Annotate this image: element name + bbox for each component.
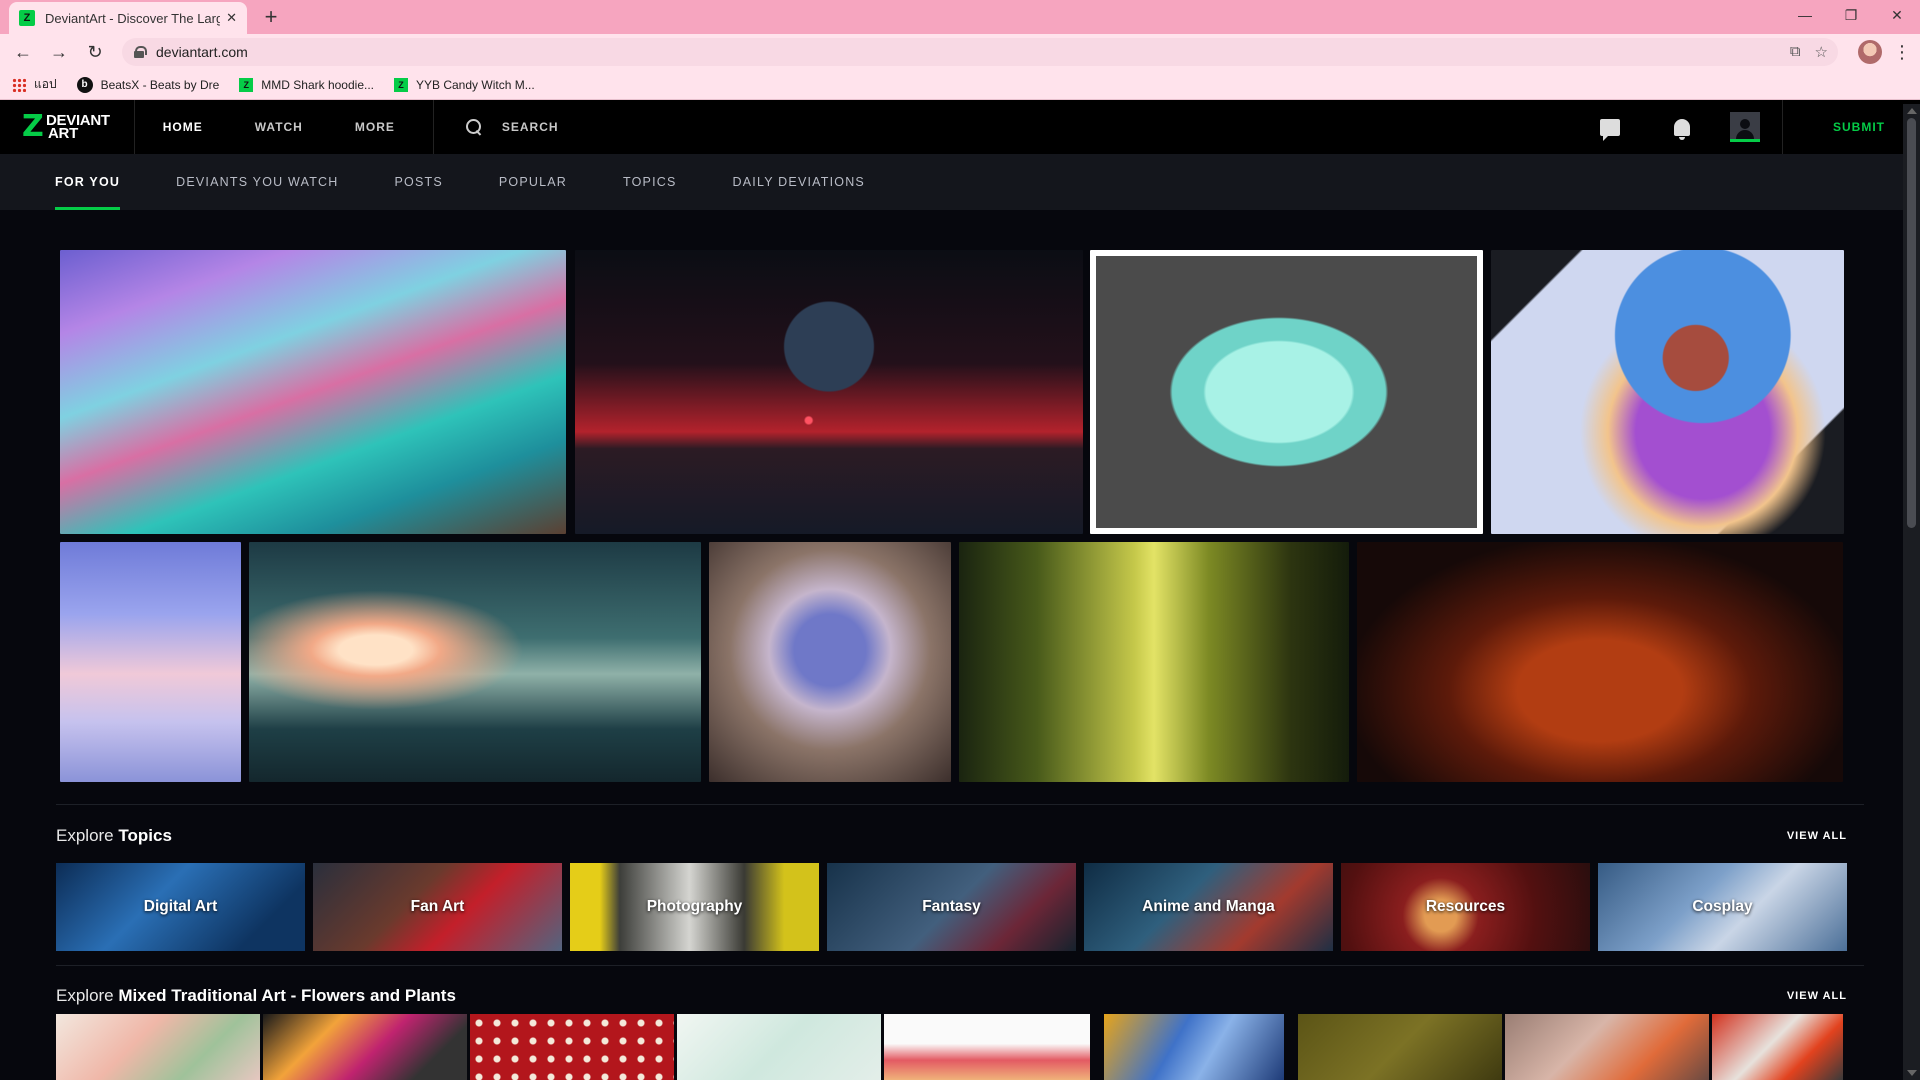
address-bar[interactable]: deviantart.com ⧉ ☆ [122, 38, 1838, 66]
search-box[interactable]: SEARCH [432, 100, 559, 154]
artwork-thumbnail[interactable] [1104, 1014, 1284, 1080]
topic-card-cosplay[interactable]: Cosplay [1598, 863, 1847, 951]
site-header: Z DEVIANT ART HOME WATCH MORE SEARCH SUB… [0, 100, 1920, 154]
search-icon [465, 119, 482, 135]
artwork-thumbnail[interactable] [1090, 250, 1483, 534]
back-arrow-icon[interactable]: ← [8, 37, 38, 67]
translate-icon[interactable]: ⧉ [1790, 43, 1801, 61]
new-tab-icon[interactable]: + [258, 4, 284, 30]
scroll-down-icon[interactable] [1907, 1070, 1917, 1076]
topic-card-photography[interactable]: Photography [570, 863, 819, 951]
bookmark-label: แอป [34, 77, 57, 91]
topic-card-digital-art[interactable]: Digital Art [56, 863, 305, 951]
nav-more[interactable]: MORE [329, 100, 421, 154]
deviantart-favicon-icon: Z [19, 10, 35, 26]
bookmark-label: BeatsX - Beats by Dre [100, 77, 220, 92]
logo-wordmark: DEVIANT ART [46, 113, 110, 141]
artwork-thumbnail[interactable] [249, 542, 701, 782]
artwork-thumbnail[interactable] [60, 250, 566, 534]
close-icon[interactable]: ✕ [226, 10, 237, 26]
scroll-thumb[interactable] [1907, 118, 1916, 528]
artwork-thumbnail[interactable] [263, 1014, 467, 1080]
bookmark-beatsx[interactable]: b BeatsX - Beats by Dre [76, 76, 220, 93]
more-vert-icon[interactable]: ⋮ [1892, 42, 1912, 63]
beats-logo-icon: b [76, 76, 93, 93]
heading-highlight: Mixed Traditional Art - Flowers and Plan… [118, 986, 456, 1005]
tab-popular[interactable]: POPULAR [499, 154, 567, 210]
artwork-thumbnail[interactable] [1712, 1014, 1843, 1080]
user-avatar-icon[interactable] [1730, 112, 1760, 142]
explore-topics-heading: Explore Topics [56, 826, 172, 846]
nav-home[interactable]: HOME [135, 100, 229, 154]
profile-avatar[interactable] [1858, 40, 1882, 64]
tab-daily-deviations[interactable]: DAILY DEVIATIONS [733, 154, 865, 210]
topic-card-resources[interactable]: Resources [1341, 863, 1590, 951]
artwork-thumbnail[interactable] [677, 1014, 881, 1080]
deviantart-favicon-icon: Z [394, 77, 408, 92]
tab-title: DeviantArt - Discover The Larges [45, 10, 221, 26]
search-label: SEARCH [501, 120, 559, 134]
browser-tab-strip: Z DeviantArt - Discover The Larges ✕ + —… [0, 0, 1920, 34]
bookmark-yyb-candy[interactable]: Z YYB Candy Witch M... [394, 77, 535, 92]
apps-grid-icon [12, 77, 26, 92]
tab-posts[interactable]: POSTS [394, 154, 442, 210]
url-text[interactable]: deviantart.com [156, 44, 248, 60]
window-controls: — ❐ ✕ [1782, 0, 1920, 30]
topic-card-fan-art[interactable]: Fan Art [313, 863, 562, 951]
artwork-thumbnail[interactable] [959, 542, 1349, 782]
artwork-thumbnail[interactable] [470, 1014, 674, 1080]
explore-category-heading: Explore Mixed Traditional Art - Flowers … [56, 986, 456, 1006]
minimize-icon[interactable]: — [1782, 0, 1828, 30]
bookmark-mmd-shark[interactable]: Z MMD Shark hoodie... [239, 77, 374, 92]
heading-highlight: Topics [118, 826, 172, 845]
lock-icon[interactable] [134, 46, 147, 58]
artwork-thumbnail[interactable] [1505, 1014, 1709, 1080]
deviantart-favicon-icon: Z [239, 77, 254, 92]
bell-icon[interactable] [1674, 118, 1690, 140]
artwork-thumbnail[interactable] [1357, 542, 1843, 782]
artwork-thumbnail[interactable] [709, 542, 951, 782]
bookmark-label: MMD Shark hoodie... [261, 77, 374, 92]
submit-button[interactable]: SUBMIT [1782, 100, 1920, 154]
sub-navigation: FOR YOU DEVIANTS YOU WATCH POSTS POPULAR… [0, 154, 1920, 210]
artwork-thumbnail[interactable] [56, 1014, 260, 1080]
artwork-thumbnail[interactable] [575, 250, 1083, 534]
topic-card-anime-and-manga[interactable]: Anime and Manga [1084, 863, 1333, 951]
nav-watch[interactable]: WATCH [229, 100, 329, 154]
section-divider [56, 804, 1864, 805]
forward-arrow-icon[interactable]: → [44, 37, 74, 67]
page-scrollbar[interactable] [1903, 104, 1920, 1080]
tab-topics[interactable]: TOPICS [623, 154, 677, 210]
artwork-thumbnail[interactable] [884, 1014, 1090, 1080]
artwork-thumbnail[interactable] [60, 542, 241, 782]
view-all-topics-link[interactable]: VIEW ALL [1787, 830, 1847, 842]
tab-for-you[interactable]: FOR YOU [55, 154, 121, 210]
bookmark-label: YYB Candy Witch M... [416, 77, 535, 92]
bookmark-star-icon[interactable]: ☆ [1815, 43, 1828, 61]
topic-card-fantasy[interactable]: Fantasy [827, 863, 1076, 951]
deviantart-logo-icon: Z [22, 109, 44, 144]
heading-prefix: Explore [56, 986, 114, 1005]
window-close-icon[interactable]: ✕ [1874, 0, 1920, 30]
browser-toolbar: ← → ↻ deviantart.com ⧉ ☆ ⋮ [0, 34, 1920, 70]
bookmark-apps[interactable]: แอป [12, 75, 57, 94]
chat-icon[interactable] [1600, 118, 1620, 141]
section-divider [56, 965, 1864, 966]
heading-prefix: Explore [56, 826, 114, 845]
reload-icon[interactable]: ↻ [80, 37, 110, 67]
view-all-category-link[interactable]: VIEW ALL [1787, 990, 1847, 1002]
artwork-thumbnail[interactable] [1491, 250, 1844, 534]
tab-deviants-you-watch[interactable]: DEVIANTS YOU WATCH [176, 154, 338, 210]
restore-icon[interactable]: ❐ [1828, 0, 1874, 30]
browser-tab[interactable]: Z DeviantArt - Discover The Larges ✕ [9, 2, 247, 34]
bookmarks-bar: แอป b BeatsX - Beats by Dre Z MMD Shark … [0, 70, 1920, 100]
scroll-up-icon[interactable] [1907, 108, 1917, 114]
deviantart-logo[interactable]: Z DEVIANT ART [0, 100, 135, 154]
main-content: Explore Topics VIEW ALL Digital Art Fan … [0, 210, 1920, 1014]
artwork-thumbnail[interactable] [1298, 1014, 1502, 1080]
